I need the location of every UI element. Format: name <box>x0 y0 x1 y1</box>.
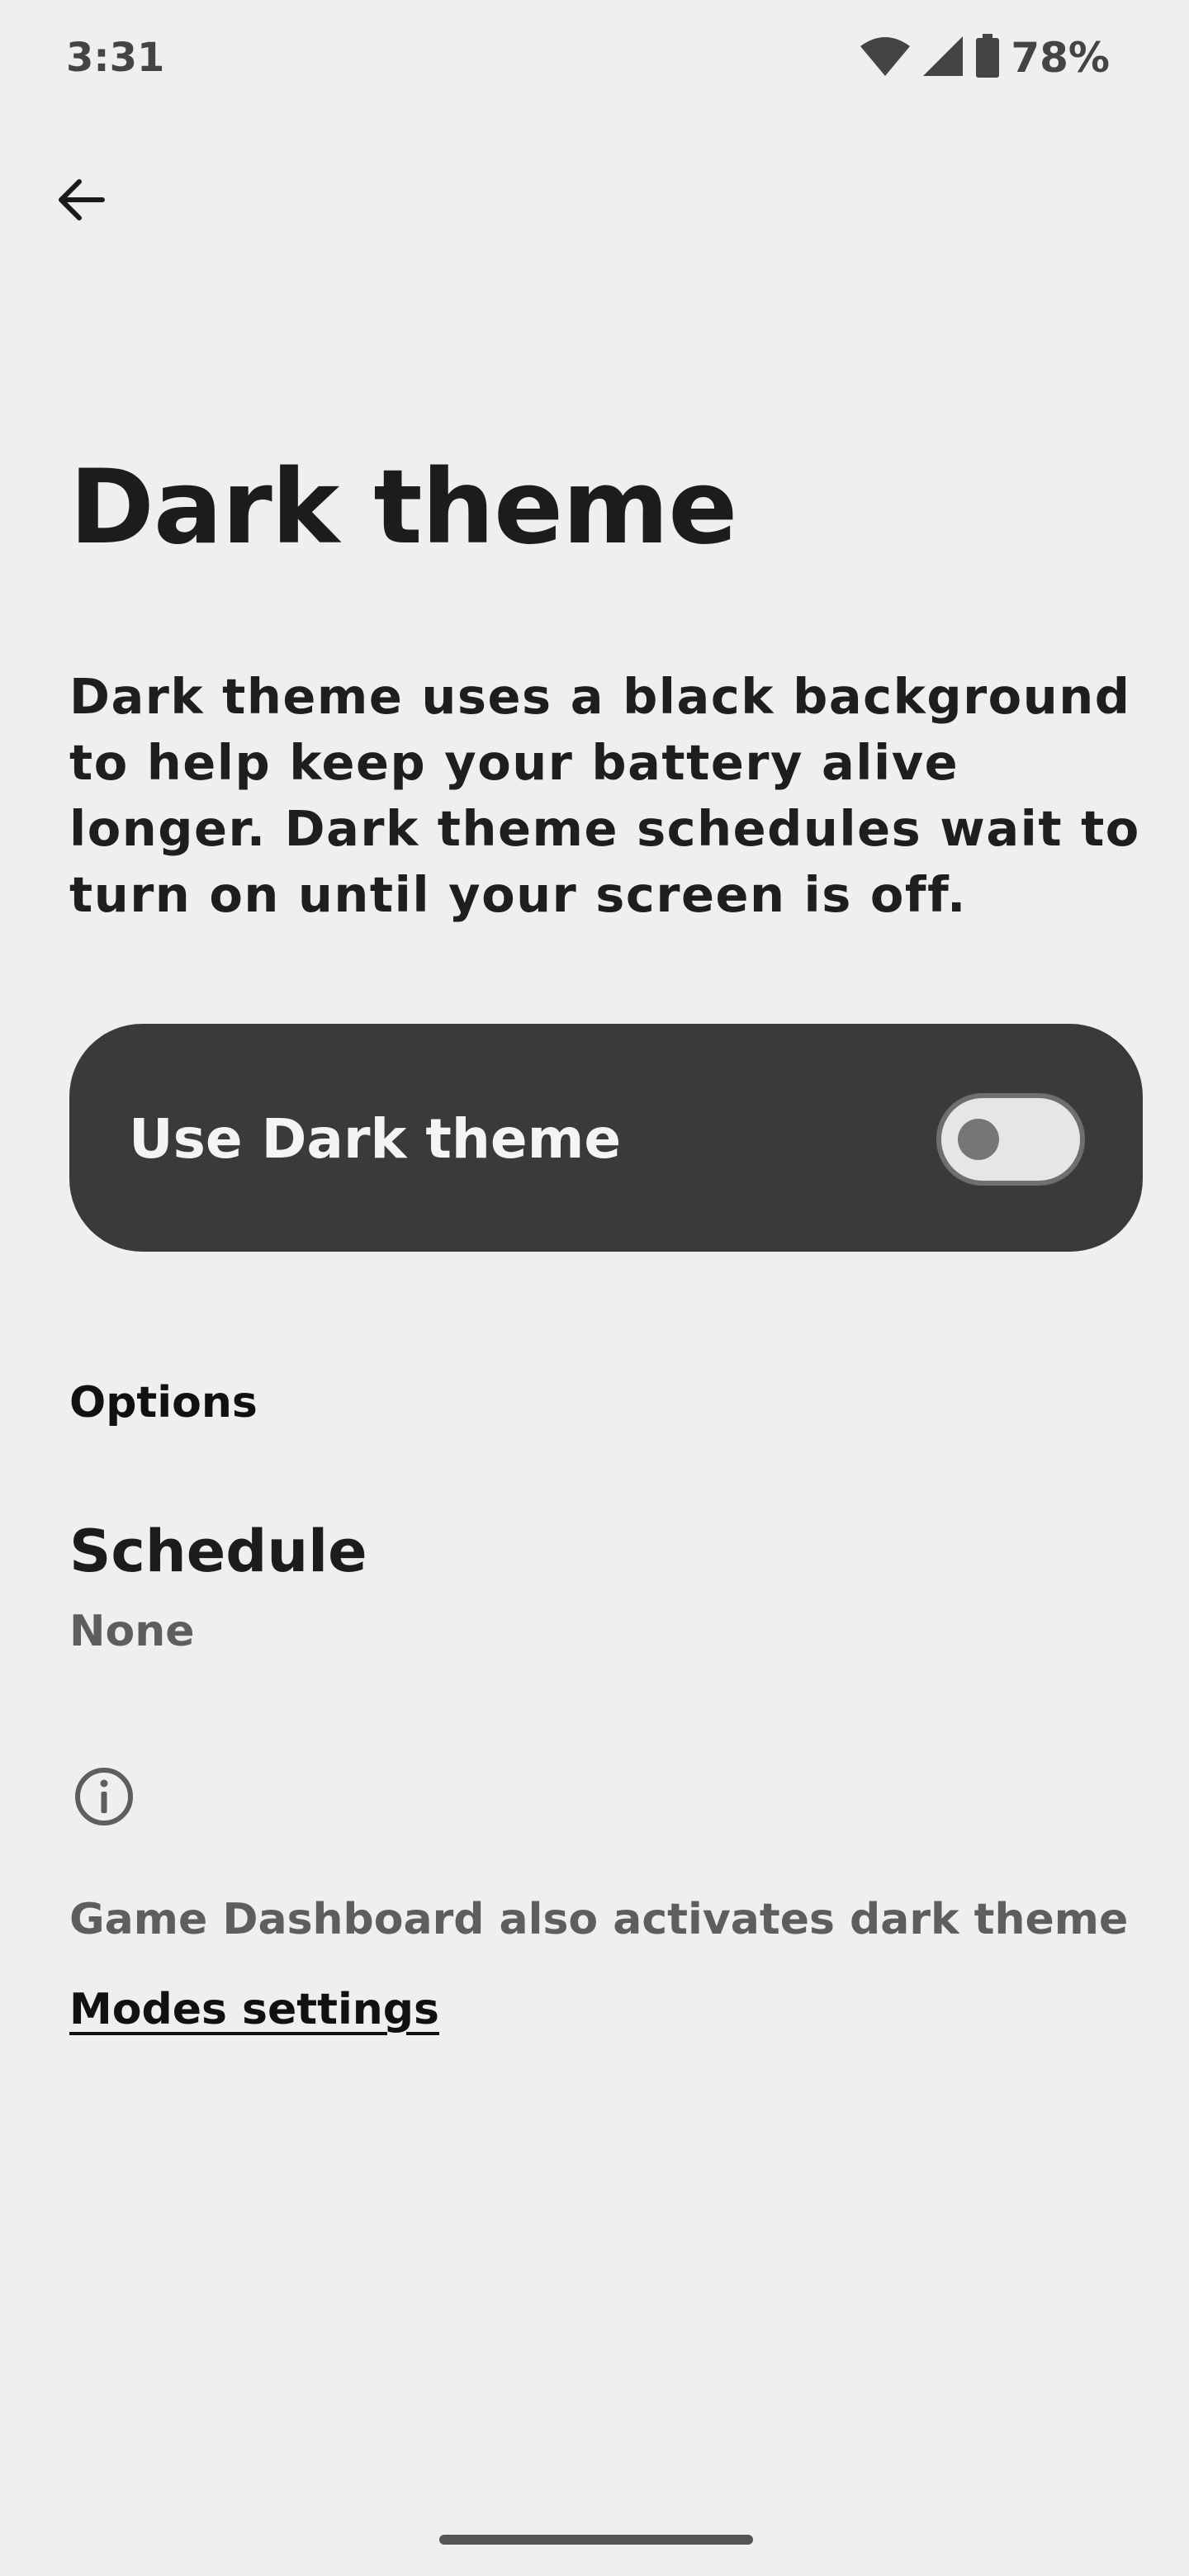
wifi-icon <box>859 35 912 81</box>
footer-info-text: Game Dashboard also activates dark theme <box>69 1895 1129 1944</box>
page-title: Dark theme <box>69 448 737 567</box>
options-header: Options <box>69 1378 258 1428</box>
dark-theme-toggle[interactable] <box>936 1093 1085 1186</box>
battery-icon <box>974 34 1001 82</box>
use-dark-theme-label: Use Dark theme <box>129 1107 622 1171</box>
back-button[interactable] <box>43 162 119 238</box>
schedule-value: None <box>69 1607 195 1656</box>
gesture-nav-handle[interactable] <box>439 2535 753 2545</box>
status-icons: 78% <box>859 31 1110 84</box>
toggle-thumb <box>958 1119 999 1160</box>
cellular-signal-icon <box>921 35 964 81</box>
info-icon <box>69 1762 139 1831</box>
status-time: 3:31 <box>66 35 165 81</box>
modes-settings-link[interactable]: Modes settings <box>69 1982 439 2038</box>
battery-percent: 78% <box>1011 34 1110 82</box>
use-dark-theme-switch-card[interactable]: Use Dark theme <box>69 1024 1143 1252</box>
page-description: Dark theme uses a black background to he… <box>69 668 1140 923</box>
arrow-back-icon <box>59 179 105 220</box>
schedule-title: Schedule <box>69 1518 367 1585</box>
